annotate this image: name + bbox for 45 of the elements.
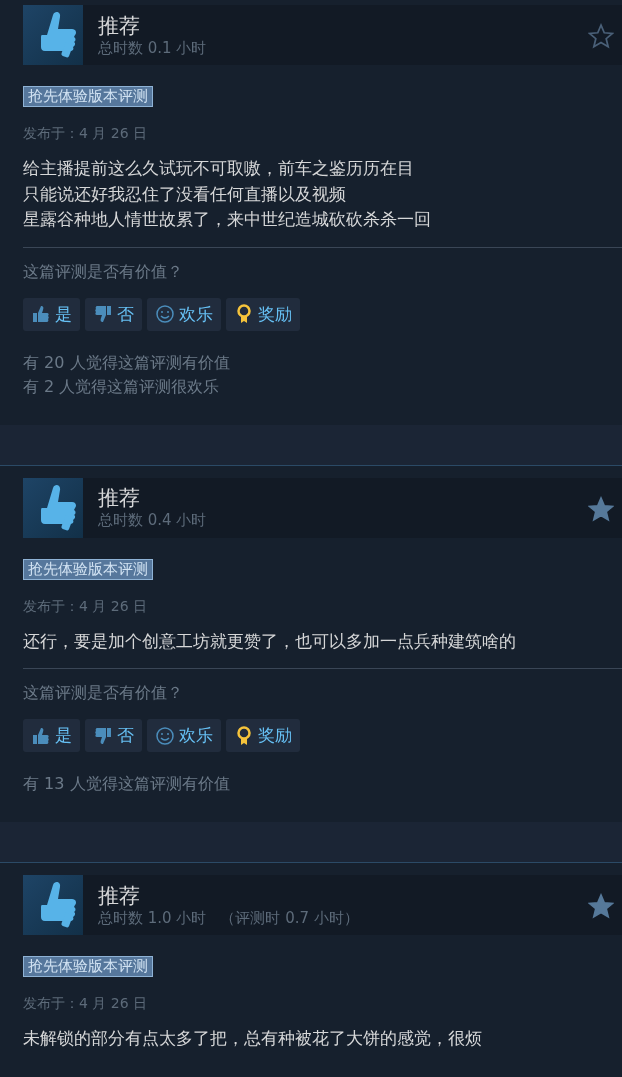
early-access-tag: 抢先体验版本评测 bbox=[23, 86, 153, 107]
thumbs-up-icon bbox=[23, 5, 83, 65]
award-icon bbox=[234, 725, 254, 746]
review-text-line: 星露谷种地人情世故累了，来中世纪造城砍砍杀杀一回 bbox=[23, 208, 432, 231]
posted-date: 发布于：4 月 26 日 bbox=[23, 124, 149, 142]
playtime-text: 总时数 1.0 小时 bbox=[98, 908, 207, 928]
recommendation-title: 推荐 bbox=[98, 12, 141, 39]
no-vote-button[interactable]: 否 bbox=[85, 297, 142, 331]
award-vote-button[interactable]: 奖励 bbox=[226, 297, 300, 331]
star-icon[interactable] bbox=[588, 23, 614, 49]
review-text-line: 未解锁的部分有点太多了把，总有种被花了大饼的感觉，很烦 bbox=[23, 1027, 483, 1050]
posted-date: 发布于：4 月 26 日 bbox=[23, 596, 149, 615]
funny-vote-button[interactable]: 欢乐 bbox=[147, 719, 221, 752]
star-icon[interactable] bbox=[588, 893, 614, 919]
thumbs-down-icon bbox=[93, 304, 113, 324]
playtime-text: 总时数 0.4 小时 bbox=[98, 511, 207, 530]
vote-count-text: 有 2 人觉得这篇评测很欢乐 bbox=[23, 375, 221, 398]
star-icon[interactable] bbox=[588, 495, 614, 522]
thumbs-up-icon bbox=[31, 725, 51, 746]
review-text-line: 还行，要是加个创意工坊就更赞了，也可以多加一点兵种建筑啥的 bbox=[23, 629, 517, 653]
yes-vote-button[interactable]: 是 bbox=[23, 297, 80, 331]
smiley-icon bbox=[155, 304, 175, 324]
recommendation-title: 推荐 bbox=[98, 485, 141, 511]
playtime-text: 总时数 0.1 小时 bbox=[98, 38, 207, 58]
thumbs-up-icon bbox=[23, 477, 83, 538]
helpful-question: 这篇评测是否有价值？ bbox=[23, 683, 184, 703]
thumbs-up-icon bbox=[23, 875, 83, 935]
review-text-line: 只能说还好我忍住了没看任何直播以及视频 bbox=[23, 182, 347, 206]
vote-count-text: 有 20 人觉得这篇评测有价值 bbox=[23, 351, 231, 374]
recommendation-title: 推荐 bbox=[98, 882, 141, 909]
vote-count-text: 有 13 人觉得这篇评测有价值 bbox=[23, 773, 231, 795]
award-icon bbox=[234, 304, 254, 324]
early-access-tag: 抢先体验版本评测 bbox=[23, 558, 153, 580]
posted-date: 发布于：4 月 26 日 bbox=[23, 994, 149, 1012]
review-text-line: 给主播提前这么久试玩不可取嗷，前车之鉴历历在目 bbox=[23, 157, 415, 180]
thumbs-up-icon bbox=[31, 304, 51, 324]
funny-vote-button[interactable]: 欢乐 bbox=[147, 297, 221, 331]
helpful-question: 这篇评测是否有价值？ bbox=[23, 261, 184, 282]
thumbs-down-icon bbox=[93, 725, 113, 746]
no-vote-button[interactable]: 否 bbox=[85, 719, 142, 752]
early-access-tag: 抢先体验版本评测 bbox=[23, 956, 153, 977]
smiley-icon bbox=[155, 725, 175, 746]
playtime-at-review-text: （评测时 0.7 小时） bbox=[220, 908, 359, 928]
yes-vote-button[interactable]: 是 bbox=[23, 719, 80, 752]
award-vote-button[interactable]: 奖励 bbox=[226, 719, 300, 752]
